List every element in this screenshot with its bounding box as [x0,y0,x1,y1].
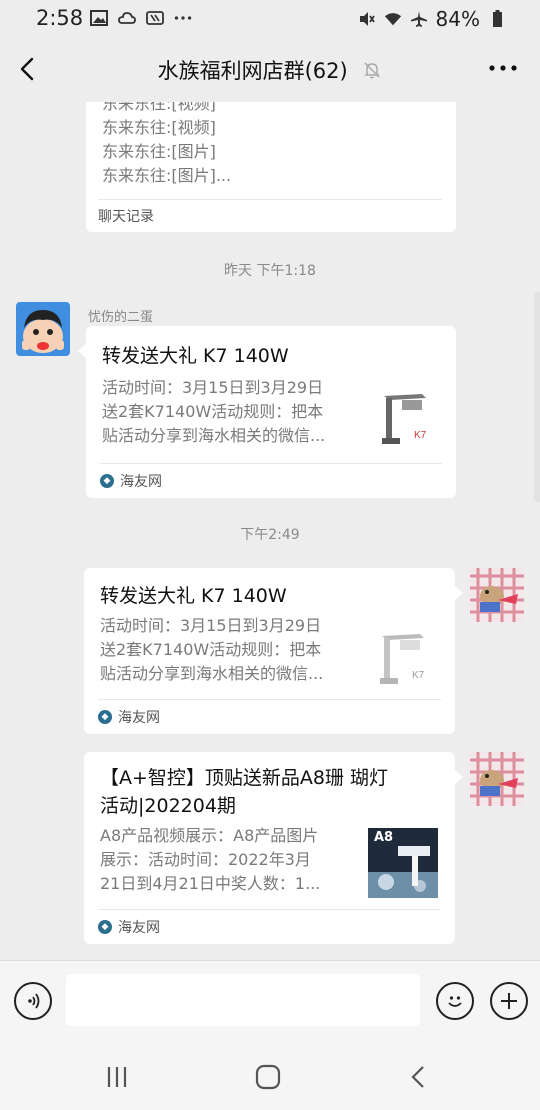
nfc-icon [146,9,164,27]
link-card-desc: 活动时间：3月15日到3月29日 [102,378,324,397]
side-scroll-handle[interactable] [534,292,540,502]
link-card-source: ◆ 海友网 [98,909,441,944]
airplane-icon [410,10,428,28]
bubble-tail [78,344,86,358]
wifi-icon [384,10,402,28]
sender-avatar[interactable] [16,302,70,356]
link-card-source-label: 海友网 [120,474,162,490]
bubble-tail [455,770,463,784]
link-card[interactable]: 转发送大礼 K7 140W 活动时间：3月15日到3月29日 送2套K7140W… [86,326,456,498]
link-card-desc: 送2套K7140W活动规则：把本 [100,640,322,659]
input-bar [0,960,540,1043]
product-thumbnail: A8 [368,828,438,898]
link-card-title: 转发送大礼 K7 140W [102,345,289,367]
recent-apps-button[interactable] [102,1062,132,1092]
chat-title-text: 水族福利网店群(62) [157,59,348,83]
my-avatar[interactable] [470,752,524,806]
site-logo-icon: ◆ [100,474,114,488]
voice-input-button[interactable] [14,982,52,1020]
link-card-title: 活动|202204期 [100,795,236,817]
svg-text:K7: K7 [412,670,425,681]
link-card-source-label: 海友网 [118,710,160,726]
cloud-icon [118,9,136,27]
link-card[interactable]: 【A+智控】顶贴送新品A8珊 瑚灯 活动|202204期 A8产品视频展示：A8… [84,752,455,944]
timestamp: 下午2:49 [240,527,300,543]
nav-back-button[interactable] [404,1062,434,1092]
my-avatar[interactable] [470,568,524,622]
battery-percent: 84% [435,7,480,31]
product-thumbnail: K7 [370,626,440,696]
message-input[interactable] [66,974,420,1026]
chat-header: 水族福利网店群(62) [0,36,540,102]
svg-text:K7: K7 [414,430,427,441]
timestamp: 昨天 下午1:18 [224,263,316,279]
mute-icon [358,10,376,28]
status-bar: 2:58 84% [0,0,540,36]
link-card-source: ◆ 海友网 [98,699,441,734]
more-dots-icon [174,9,192,27]
link-card-source: ◆ 海友网 [100,463,442,498]
chat-record-footer: 聊天记录 [98,199,442,232]
chat-record-line: 东来东往:[视频] [102,102,216,113]
thumbnail-label: A8 [374,830,394,845]
link-card-desc: 送2套K7140W活动规则：把本 [102,402,324,421]
muted-bell-icon [362,60,382,85]
product-thumbnail: K7 [372,386,442,456]
link-card-title: 转发送大礼 K7 140W [100,585,287,607]
bubble-tail [455,586,463,600]
system-nav-bar [0,1042,540,1110]
link-card-desc: 贴活动分享到海水相关的微信... [102,426,326,445]
chat-record-line: 东来东往:[视频] [102,118,216,137]
image-icon [90,9,108,27]
chat-title: 水族福利网店群(62) [0,55,540,85]
sender-name: 忧伤的二蛋 [88,310,154,325]
chat-record-line: 东来东往:[图片] [102,142,216,161]
status-time: 2:58 [36,6,84,30]
more-options-button[interactable] [488,58,518,78]
link-card[interactable]: 转发送大礼 K7 140W 活动时间：3月15日到3月29日 送2套K7140W… [84,568,455,734]
site-logo-icon: ◆ [98,920,112,934]
link-card-source-label: 海友网 [118,920,160,936]
home-button[interactable] [253,1062,283,1092]
link-card-desc: 展示：活动时间：2022年3月 [100,850,311,869]
link-card-desc: 贴活动分享到海水相关的微信... [100,664,324,683]
link-card-title: 【A+智控】顶贴送新品A8珊 瑚灯 [100,767,389,789]
add-more-button[interactable] [490,982,528,1020]
battery-icon [488,10,506,28]
link-card-desc: A8产品视频展示：A8产品图片 [100,826,319,845]
chat-messages[interactable]: 东来东往:[视频] 东来东往:[视频] 东来东往:[图片] 东来东往:[图片].… [0,102,540,960]
link-card-desc: 21日到4月21日中奖人数：1... [100,874,321,893]
link-card-desc: 活动时间：3月15日到3月29日 [100,616,322,635]
chat-record-line: 东来东往:[图片]... [102,166,232,185]
site-logo-icon: ◆ [98,710,112,724]
chat-record-card[interactable]: 东来东往:[视频] 东来东往:[视频] 东来东往:[图片] 东来东往:[图片].… [86,102,456,232]
emoji-button[interactable] [436,982,474,1020]
